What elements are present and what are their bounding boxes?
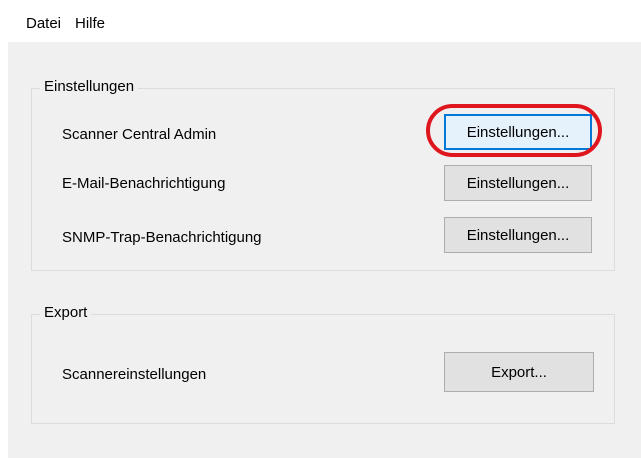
scanner-central-admin-label: Scanner Central Admin [62, 126, 217, 143]
scanner-settings-label: Scannereinstellungen [62, 366, 207, 383]
snmp-trap-notification-label: SNMP-Trap-Benachrichtigung [62, 229, 262, 246]
export-group-title: Export [40, 304, 92, 321]
menu-hilfe[interactable]: Hilfe [75, 15, 105, 32]
menu-datei[interactable]: Datei [26, 15, 61, 32]
scanner-central-admin-settings-button[interactable]: Einstellungen... [444, 114, 592, 150]
snmp-trap-notification-settings-button[interactable]: Einstellungen... [444, 217, 592, 253]
email-notification-label: E-Mail-Benachrichtigung [62, 175, 226, 192]
export-button[interactable]: Export... [444, 352, 594, 392]
email-notification-settings-button[interactable]: Einstellungen... [444, 165, 592, 201]
menu-bar: Datei Hilfe [8, 6, 641, 42]
settings-group-title: Einstellungen [40, 78, 139, 95]
